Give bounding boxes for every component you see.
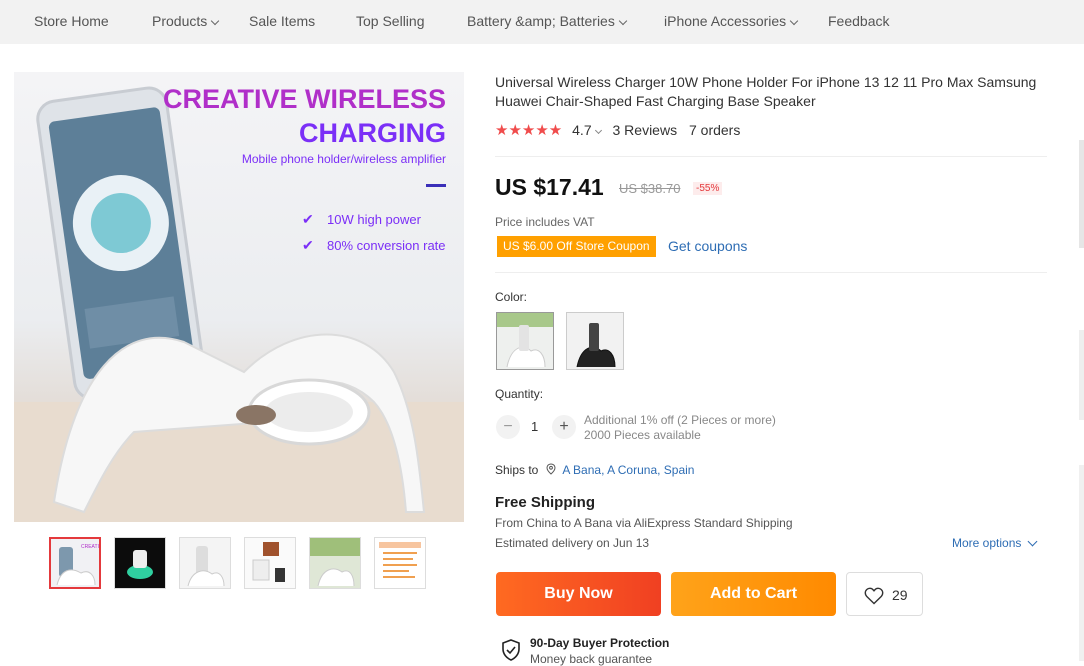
thumbnail-5[interactable]: [309, 537, 361, 589]
nav-label: Feedback: [828, 13, 890, 29]
nav-label: Battery &amp; Batteries: [467, 13, 615, 29]
quantity-increase-button[interactable]: +: [552, 415, 576, 439]
color-swatch-white[interactable]: [496, 312, 554, 370]
main-product-image[interactable]: CREATIVE WIRELESS CHARGING Mobile phone …: [14, 72, 464, 522]
nav-top-selling[interactable]: Top Selling: [356, 13, 425, 29]
divider: [495, 272, 1047, 273]
banner-line1: CREATIVE WIRELESS: [163, 84, 446, 114]
star-icon: ★★★★★: [495, 122, 563, 139]
color-label: Color:: [495, 290, 528, 304]
wishlist-count: 29: [892, 587, 908, 603]
side-panel-edge: [1079, 330, 1084, 420]
nav-store-home[interactable]: Store Home: [34, 13, 109, 29]
estimated-delivery: Estimated delivery on Jun 13: [495, 536, 650, 550]
wishlist-button[interactable]: 29: [846, 572, 923, 616]
buy-now-button[interactable]: Buy Now: [496, 572, 661, 616]
ship-location-link[interactable]: A Bana, A Coruna, Spain: [562, 463, 694, 477]
bulk-discount-note: Additional 1% off (2 Pieces or more): [584, 413, 776, 427]
buyer-protection-subtitle: Money back guarantee: [530, 652, 653, 666]
chevron-down-icon: [618, 16, 628, 26]
thumbnail-image: [115, 538, 165, 588]
shield-check-icon: [502, 639, 520, 661]
rating-value[interactable]: 4.7: [572, 122, 591, 138]
thumbnail-3[interactable]: [179, 537, 231, 589]
divider: [495, 156, 1047, 157]
original-price: US $38.70: [619, 181, 681, 196]
free-shipping-label: Free Shipping: [495, 494, 596, 511]
chevron-down-icon: [211, 16, 220, 26]
svg-text:CREATIVE: CREATIVE: [81, 544, 99, 550]
quantity-value[interactable]: 1: [531, 419, 538, 434]
product-title: Universal Wireless Charger 10W Phone Hol…: [495, 74, 1037, 109]
banner-line2: CHARGING: [299, 118, 446, 148]
thumbnail-image: [180, 538, 230, 588]
nav-battery[interactable]: Battery &amp; Batteries: [467, 13, 628, 29]
thumbnail-1[interactable]: CREATIVE: [49, 537, 101, 589]
thumbnail-image: [245, 538, 295, 588]
nav-sale-items[interactable]: Sale Items: [249, 13, 315, 29]
get-coupons-link[interactable]: Get coupons: [668, 238, 747, 254]
add-to-cart-button[interactable]: Add to Cart: [671, 572, 836, 616]
color-swatch-black[interactable]: [566, 312, 624, 370]
side-panel-edge: [1079, 140, 1084, 248]
ships-to-row: Ships to A Bana, A Coruna, Spain: [495, 463, 694, 477]
quantity-decrease-button[interactable]: −: [496, 415, 520, 439]
product-illustration: CREATIVE WIRELESS CHARGING Mobile phone …: [14, 84, 464, 522]
swatch-image: [497, 313, 553, 369]
discount-badge: -55%: [693, 182, 723, 195]
feature-2: 80% conversion rate: [327, 238, 446, 253]
rating-row: ★★★★★ 4.7 3 Reviews 7 orders: [495, 121, 740, 139]
store-coupon-badge[interactable]: US $6.00 Off Store Coupon: [497, 236, 656, 257]
location-pin-icon: [546, 463, 556, 475]
more-options-link[interactable]: More options: [952, 536, 1038, 550]
available-stock: 2000 Pieces available: [584, 428, 701, 442]
check-icon: ✔: [302, 237, 314, 253]
thumbnail-2[interactable]: [114, 537, 166, 589]
nav-label: Products: [152, 13, 208, 29]
reviews-link[interactable]: 3 Reviews: [613, 122, 678, 138]
check-icon: ✔: [302, 211, 314, 227]
orders-count: 7 orders: [688, 122, 741, 138]
vat-note: Price includes VAT: [495, 215, 595, 229]
chevron-down-icon: [789, 16, 799, 26]
more-options-label: More options: [952, 536, 1022, 550]
nav-label: Sale Items: [249, 13, 316, 29]
thumbnail-image: [310, 538, 360, 588]
side-panel-edge: [1079, 465, 1084, 661]
shipping-route: From China to A Bana via AliExpress Stan…: [495, 516, 793, 530]
swatch-image: [567, 313, 623, 369]
current-price: US $17.41: [495, 174, 604, 200]
nav-label: iPhone Accessories: [664, 13, 787, 29]
chevron-down-icon: [1027, 536, 1038, 547]
heart-icon: [864, 587, 884, 605]
chevron-down-icon: [594, 126, 602, 135]
buyer-protection-title: 90-Day Buyer Protection: [530, 636, 670, 650]
nav-label: Store Home: [34, 13, 109, 29]
ships-to-label: Ships to: [495, 463, 539, 477]
thumbnail-6[interactable]: [374, 537, 426, 589]
feature-1: 10W high power: [327, 212, 422, 227]
store-nav-bar: Store Home Products Sale Items Top Selli…: [0, 0, 1084, 44]
nav-iphone-accessories[interactable]: iPhone Accessories: [664, 13, 799, 29]
nav-feedback[interactable]: Feedback: [828, 13, 889, 29]
thumbnail-image: [375, 538, 425, 588]
quantity-label: Quantity:: [495, 387, 544, 401]
banner-sub: Mobile phone holder/wireless amplifier: [242, 152, 446, 166]
nav-products[interactable]: Products: [152, 13, 220, 29]
nav-label: Top Selling: [356, 13, 425, 29]
thumbnail-image: CREATIVE: [51, 539, 99, 587]
thumbnail-4[interactable]: [244, 537, 296, 589]
